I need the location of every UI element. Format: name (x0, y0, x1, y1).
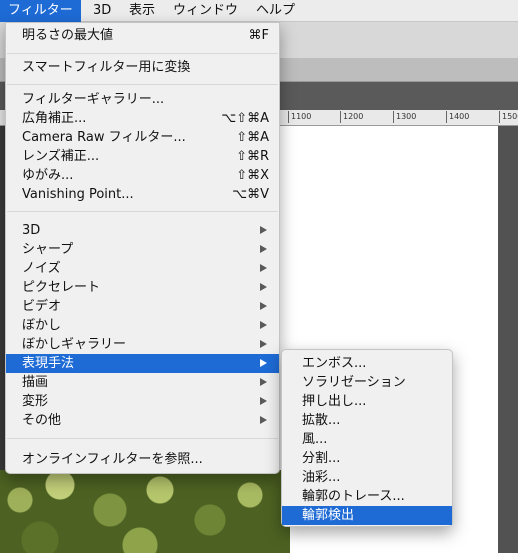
submenu-item-tiles[interactable]: 分割... (282, 449, 452, 468)
submenu-arrow-icon (260, 397, 267, 405)
menu-item-label: 表現手法 (22, 356, 75, 371)
menu-item-label: ノイズ (22, 261, 61, 276)
menu-item-render[interactable]: 描画 (6, 373, 279, 392)
menu-item-other[interactable]: その他 (6, 411, 279, 430)
menu-item-lens-correction[interactable]: レンズ補正... ⇧⌘R (6, 147, 279, 166)
menubar-3d[interactable]: 3D (85, 0, 119, 22)
menu-separator (7, 84, 278, 85)
submenu-item-trace-contour[interactable]: 輪郭のトレース... (282, 487, 452, 506)
menu-item-blur-gallery[interactable]: ぼかしギャラリー (6, 335, 279, 354)
menu-item-shortcut: ⌥⇧⌘A (221, 111, 269, 126)
submenu-arrow-icon (260, 378, 267, 386)
canvas-edge (498, 126, 518, 553)
menu-item-label: ぼかしギャラリー (22, 337, 127, 352)
menu-item-shortcut: ⇧⌘A (236, 130, 269, 145)
submenu-arrow-icon (260, 283, 267, 291)
submenu-item-oil-paint[interactable]: 油彩... (282, 468, 452, 487)
menu-item-blur[interactable]: ぼかし (6, 316, 279, 335)
submenu-item-find-edges[interactable]: 輪郭検出 (282, 506, 452, 525)
ruler-label: 1400 (446, 111, 469, 123)
submenu-arrow-icon (260, 321, 267, 329)
menu-item-label: Vanishing Point... (22, 187, 134, 202)
menubar-window[interactable]: ウィンドウ (165, 0, 246, 22)
menu-item-filter-gallery[interactable]: フィルターギャラリー... (6, 90, 279, 109)
menu-item-browse-online-filters[interactable]: オンラインフィルターを参照... (6, 450, 279, 469)
submenu-arrow-icon (260, 245, 267, 253)
menu-item-label: 3D (22, 223, 41, 238)
menu-item-stylize[interactable]: 表現手法 (6, 354, 279, 373)
menu-item-vanishing-point[interactable]: Vanishing Point... ⌥⌘V (6, 185, 279, 204)
menubar-view[interactable]: 表示 (121, 0, 163, 22)
menu-item-label: 描画 (22, 375, 49, 390)
menu-item-camera-raw[interactable]: Camera Raw フィルター... ⇧⌘A (6, 128, 279, 147)
menu-item-label: レンズ補正... (22, 149, 100, 164)
menu-item-label: 広角補正... (22, 111, 87, 126)
menu-item-shortcut: ⌥⌘V (232, 187, 269, 202)
menu-item-distort[interactable]: 変形 (6, 392, 279, 411)
menu-item-pixelate[interactable]: ピクセレート (6, 278, 279, 297)
menu-separator (7, 53, 278, 54)
submenu-item-wind[interactable]: 風... (282, 430, 452, 449)
submenu-arrow-icon (260, 359, 267, 367)
stylize-submenu: エンボス... ソラリゼーション 押し出し... 拡散... 風... 分割..… (281, 349, 453, 527)
menu-item-video[interactable]: ビデオ (6, 297, 279, 316)
submenu-arrow-icon (260, 340, 267, 348)
foliage-image (0, 470, 290, 553)
ruler-label: 1100 (288, 111, 311, 123)
menu-item-maximum[interactable]: 明るさの最大値 ⌘F (6, 26, 279, 45)
menu-item-label: オンラインフィルターを参照... (22, 452, 203, 467)
menu-item-shortcut: ⇧⌘R (236, 149, 269, 164)
menu-item-convert-smart-filters[interactable]: スマートフィルター用に変換 (6, 58, 279, 77)
menu-item-label: ビデオ (22, 299, 62, 314)
menu-item-shortcut: ⇧⌘X (236, 168, 269, 183)
menu-item-label: Camera Raw フィルター... (22, 130, 186, 145)
menu-item-label: ゆがみ... (22, 168, 74, 183)
submenu-arrow-icon (260, 264, 267, 272)
submenu-arrow-icon (260, 416, 267, 424)
menu-item-label: 明るさの最大値 (22, 28, 114, 43)
ruler-label: 1500 (499, 111, 518, 123)
filter-menu: 明るさの最大値 ⌘F スマートフィルター用に変換 フィルターギャラリー... 広… (5, 22, 280, 474)
menu-item-liquify[interactable]: ゆがみ... ⇧⌘X (6, 166, 279, 185)
submenu-item-solarize[interactable]: ソラリゼーション (282, 373, 452, 392)
submenu-arrow-icon (260, 226, 267, 234)
menu-item-label: スマートフィルター用に変換 (22, 60, 191, 75)
ruler-label: 1200 (340, 111, 363, 123)
menu-item-label: その他 (22, 413, 62, 428)
submenu-item-emboss[interactable]: エンボス... (282, 354, 452, 373)
menu-item-adaptive-wide-angle[interactable]: 広角補正... ⌥⇧⌘A (6, 109, 279, 128)
menu-item-3d[interactable]: 3D (6, 221, 279, 240)
menubar-help[interactable]: ヘルプ (248, 0, 303, 22)
menu-item-shortcut: ⌘F (248, 28, 269, 43)
menubar-filter[interactable]: フィルター (0, 0, 81, 22)
menu-item-label: ピクセレート (22, 280, 101, 295)
menu-item-sharpen[interactable]: シャープ (6, 240, 279, 259)
menu-item-label: ぼかし (22, 318, 62, 333)
menu-item-label: 変形 (22, 394, 49, 409)
menu-item-noise[interactable]: ノイズ (6, 259, 279, 278)
menu-separator (7, 211, 278, 212)
submenu-arrow-icon (260, 302, 267, 310)
menu-item-label: シャープ (22, 242, 74, 257)
submenu-item-extrude[interactable]: 押し出し... (282, 392, 452, 411)
submenu-item-diffuse[interactable]: 拡散... (282, 411, 452, 430)
ruler-label: 1300 (393, 111, 416, 123)
menu-separator (7, 438, 278, 439)
menubar: フィルター 3D 表示 ウィンドウ ヘルプ (0, 0, 518, 22)
menu-item-label: フィルターギャラリー... (22, 92, 165, 107)
